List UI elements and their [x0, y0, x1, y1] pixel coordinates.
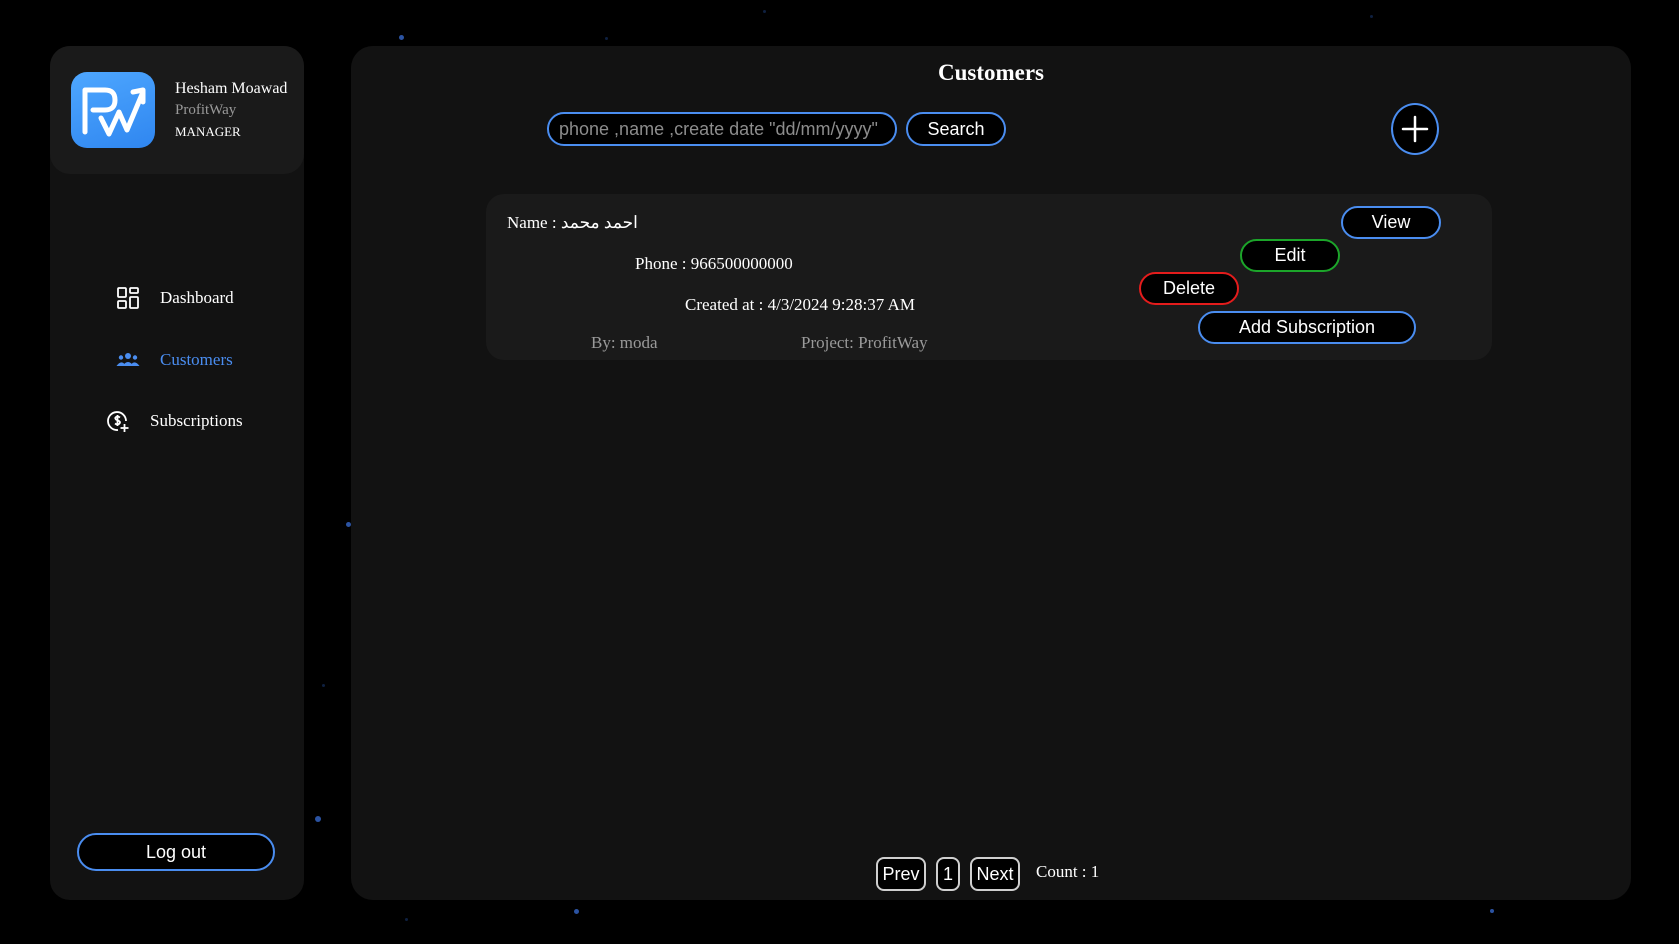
- next-page-button[interactable]: Next: [970, 857, 1020, 891]
- customer-created-by: By: moda: [591, 333, 658, 352]
- users-group-icon: [116, 348, 140, 372]
- sidebar-item-label: Customers: [160, 350, 233, 369]
- background-star: [399, 35, 404, 40]
- delete-button[interactable]: Delete: [1139, 272, 1239, 305]
- sidebar-item-subscriptions[interactable]: Subscriptions: [106, 409, 243, 433]
- search-button[interactable]: Search: [906, 112, 1006, 146]
- background-star: [1490, 909, 1494, 913]
- profile-project: ProfitWay: [175, 102, 237, 118]
- background-star: [405, 918, 408, 921]
- main-panel: Customers Search Name : احمد محمد Phone …: [351, 46, 1631, 900]
- results-count: Count : 1: [1036, 862, 1100, 881]
- customer-phone: Phone : 966500000000: [635, 254, 793, 273]
- sidebar: Hesham Moawad ProfitWay MANAGER Dashboar…: [50, 46, 304, 900]
- profile-name: Hesham Moawad: [175, 80, 288, 97]
- view-button[interactable]: View: [1341, 206, 1441, 239]
- prev-page-button[interactable]: Prev: [876, 857, 926, 891]
- background-star: [322, 684, 325, 687]
- profitway-logo: [71, 72, 155, 148]
- dollar-plus-icon: [106, 409, 130, 433]
- profile-role: MANAGER: [175, 124, 241, 139]
- sidebar-item-customers[interactable]: Customers: [116, 348, 233, 372]
- logout-button[interactable]: Log out: [77, 833, 275, 871]
- add-subscription-button[interactable]: Add Subscription: [1198, 311, 1416, 344]
- background-star: [574, 909, 579, 914]
- search-input[interactable]: [547, 112, 897, 146]
- customer-name: Name : احمد محمد: [507, 213, 638, 232]
- profile-card: Hesham Moawad ProfitWay MANAGER: [50, 46, 304, 174]
- background-star: [763, 10, 766, 13]
- customer-created-at: Created at : 4/3/2024 9:28:37 AM: [685, 295, 915, 314]
- background-star: [605, 37, 608, 40]
- sidebar-item-label: Subscriptions: [150, 411, 243, 430]
- customer-card: Name : احمد محمد Phone : 966500000000 Cr…: [486, 194, 1492, 360]
- add-customer-button[interactable]: [1391, 103, 1439, 155]
- plus-circle-icon: [1401, 115, 1429, 143]
- dashboard-grid-icon: [116, 286, 140, 310]
- page-title: Customers: [937, 60, 1045, 85]
- customer-project: Project: ProfitWay: [801, 333, 928, 352]
- edit-button[interactable]: Edit: [1240, 239, 1340, 272]
- sidebar-item-label: Dashboard: [160, 288, 234, 307]
- background-star: [1370, 15, 1373, 18]
- sidebar-item-dashboard[interactable]: Dashboard: [116, 286, 234, 310]
- page-number-button[interactable]: 1: [936, 857, 960, 891]
- background-star: [315, 816, 321, 822]
